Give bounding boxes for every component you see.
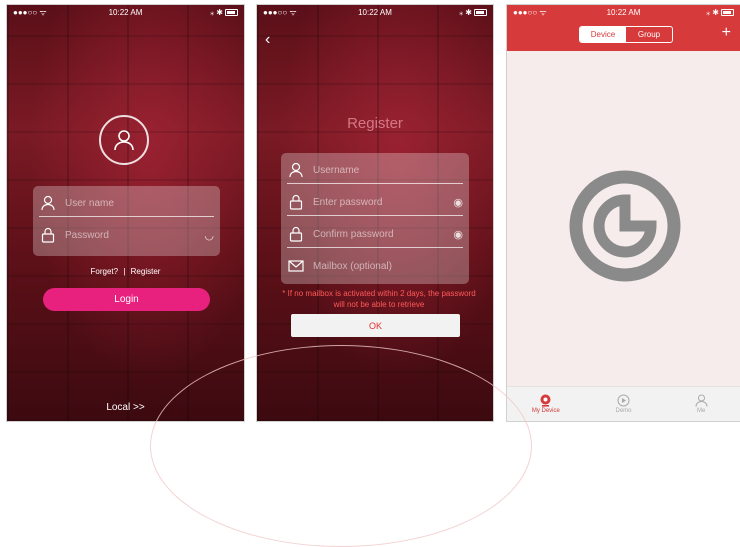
eye-icon[interactable]: ◉ bbox=[453, 196, 463, 209]
reg-password-placeholder: Enter password bbox=[313, 196, 383, 208]
password-placeholder: Password bbox=[65, 229, 109, 241]
lock-icon bbox=[287, 225, 305, 243]
camera-icon bbox=[540, 394, 551, 407]
reg-username-placeholder: Username bbox=[313, 164, 360, 176]
reg-confirm-placeholder: Confirm password bbox=[313, 228, 394, 240]
reg-username-field[interactable]: Username bbox=[287, 157, 463, 184]
register-screen: ●●●○○ ᯤ 10:22 AM ⁎ ✱ ‹ Register Username… bbox=[256, 4, 494, 422]
reg-email-field[interactable]: Mailbox (optional) bbox=[287, 253, 463, 279]
device-screen: ●●●○○ ᯤ 10:22 AM ⁎ ✱ Device Group + My D… bbox=[506, 4, 740, 422]
status-time: 10:22 AM bbox=[108, 7, 143, 17]
eye-icon[interactable]: ◉ bbox=[453, 228, 463, 241]
back-chevron-icon[interactable]: ‹ bbox=[265, 31, 270, 49]
add-device-icon[interactable]: + bbox=[722, 25, 731, 41]
loading-spinner-icon bbox=[569, 170, 681, 282]
login-button[interactable]: Login bbox=[43, 288, 210, 311]
login-screen: ●●●○○ ᯤ 10:22 AM ⁎ ✱ User name Password … bbox=[6, 4, 245, 422]
tab-demo-label: Demo bbox=[615, 408, 632, 414]
register-title: Register bbox=[347, 115, 403, 132]
tab-my-device-label: My Device bbox=[531, 408, 560, 414]
user-icon bbox=[287, 161, 305, 179]
login-links: Forget? | Register bbox=[7, 267, 244, 276]
person-icon bbox=[114, 130, 134, 151]
bottom-tab-bar: My Device Demo Me bbox=[507, 386, 740, 421]
reg-password-field[interactable]: Enter password ◉ bbox=[287, 189, 463, 216]
status-bar: ●●●○○ ᯤ 10:22 AM ⁎ ✱ bbox=[7, 5, 244, 19]
username-placeholder: User name bbox=[65, 197, 114, 209]
user-icon bbox=[39, 194, 57, 212]
lock-icon bbox=[287, 193, 305, 211]
status-time: 10:22 AM bbox=[606, 7, 641, 17]
tab-me-label: Me bbox=[697, 408, 706, 414]
password-field[interactable]: Password ◡ bbox=[39, 222, 214, 248]
tab-demo[interactable]: Demo bbox=[585, 387, 663, 421]
register-form: Username Enter password ◉ Confirm passwo… bbox=[281, 153, 469, 284]
battery-icon bbox=[721, 8, 734, 16]
local-link[interactable]: Local >> bbox=[7, 402, 244, 413]
login-form: User name Password ◡ bbox=[33, 186, 220, 256]
tab-my-device[interactable]: My Device bbox=[507, 387, 585, 421]
avatar bbox=[99, 115, 149, 165]
status-bar: ●●●○○ ᯤ 10:22 AM ⁎ ✱ bbox=[257, 5, 493, 19]
username-field[interactable]: User name bbox=[39, 190, 214, 217]
link-separator: | bbox=[123, 267, 126, 276]
nav-bar: ●●●○○ ᯤ 10:22 AM ⁎ ✱ Device Group + bbox=[507, 5, 740, 51]
mail-icon bbox=[287, 257, 305, 275]
person-icon bbox=[695, 394, 708, 407]
tab-device[interactable]: Device bbox=[580, 27, 626, 42]
forgot-link[interactable]: Forget? bbox=[91, 267, 119, 276]
hidden-eye-icon[interactable]: ◡ bbox=[204, 229, 214, 242]
status-time: 10:22 AM bbox=[358, 7, 392, 17]
status-bar: ●●●○○ ᯤ 10:22 AM ⁎ ✱ bbox=[507, 5, 740, 19]
tab-group[interactable]: Group bbox=[626, 27, 672, 42]
reg-confirm-field[interactable]: Confirm password ◉ bbox=[287, 221, 463, 248]
register-link[interactable]: Register bbox=[131, 267, 161, 276]
battery-icon bbox=[225, 8, 238, 16]
play-icon bbox=[617, 394, 630, 407]
battery-icon bbox=[474, 8, 487, 16]
mailbox-warning: * If no mailbox is activated within 2 da… bbox=[282, 289, 476, 309]
reg-email-placeholder: Mailbox (optional) bbox=[313, 260, 392, 272]
ok-button[interactable]: OK bbox=[291, 314, 460, 337]
device-group-toggle: Device Group bbox=[579, 26, 673, 43]
tab-me[interactable]: Me bbox=[662, 387, 740, 421]
lock-icon bbox=[39, 226, 57, 244]
